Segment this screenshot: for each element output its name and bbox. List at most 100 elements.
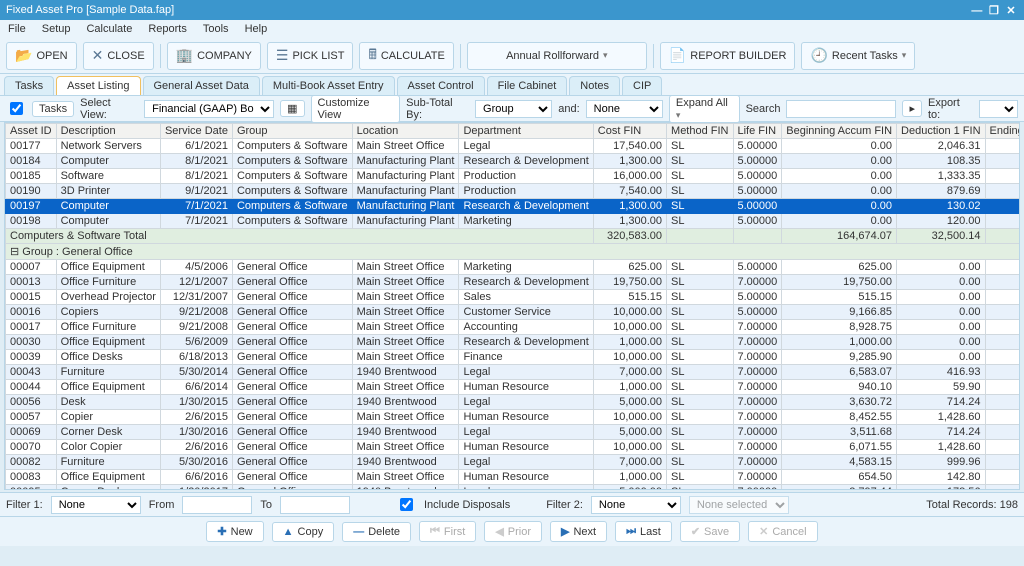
cell[interactable]: 0.00 [897, 290, 985, 305]
cell[interactable]: 5.00000 [733, 139, 782, 154]
cell[interactable]: General Office [232, 275, 352, 290]
cell[interactable]: 00007 [6, 260, 57, 275]
col-header[interactable]: Cost FIN [593, 124, 666, 139]
cell[interactable]: 4/5/2006 [160, 260, 232, 275]
cell[interactable]: 1940 Brentwood [352, 455, 459, 470]
cell[interactable]: 00039 [6, 350, 57, 365]
cell[interactable]: Main Street Office [352, 380, 459, 395]
last-button[interactable]: ⏭Last [615, 521, 672, 542]
cell[interactable]: SL [667, 260, 733, 275]
filter2-dropdown[interactable]: None [591, 496, 681, 514]
maximize-icon[interactable]: ❐ [987, 4, 1001, 17]
cell[interactable]: Main Street Office [352, 320, 459, 335]
cell[interactable]: General Office [232, 290, 352, 305]
cell[interactable]: 320,583.00 [593, 229, 666, 244]
cell[interactable]: General Office [232, 440, 352, 455]
col-header[interactable]: Life FIN [733, 124, 782, 139]
cell[interactable]: 00095 [6, 485, 57, 491]
cell[interactable]: 0.00 [897, 350, 985, 365]
cell[interactable]: 1,000.00 [782, 335, 897, 350]
cell[interactable]: General Office [232, 365, 352, 380]
cell[interactable]: General Office [232, 485, 352, 491]
cell[interactable]: 9/21/2008 [160, 320, 232, 335]
cell[interactable]: 2,046.31 [897, 139, 985, 154]
table-row[interactable]: 00082Furniture5/30/2016General Office194… [6, 455, 1021, 470]
cell[interactable]: 16,000.00 [593, 169, 666, 184]
cell[interactable]: Legal [459, 425, 593, 440]
cell[interactable]: Human Resource [459, 440, 593, 455]
new-button[interactable]: ✚New [206, 521, 263, 542]
cell[interactable]: 1/30/2017 [160, 485, 232, 491]
cell[interactable]: 00069 [6, 425, 57, 440]
cell[interactable]: 130.02 [985, 199, 1020, 214]
table-row[interactable]: 00030Office Equipment5/6/2009General Off… [6, 335, 1021, 350]
cell[interactable]: Main Street Office [352, 350, 459, 365]
cell[interactable]: Computer [56, 199, 160, 214]
cell[interactable]: 7,000.00 [593, 365, 666, 380]
cell[interactable]: Main Street Office [352, 260, 459, 275]
cell[interactable]: Computers & Software [232, 139, 352, 154]
cell[interactable]: SL [667, 395, 733, 410]
cell[interactable]: 7,000.00 [593, 455, 666, 470]
cell[interactable]: 7/1/2021 [160, 214, 232, 229]
cell[interactable]: 7.00000 [733, 380, 782, 395]
cell[interactable]: Production [459, 184, 593, 199]
cell[interactable]: Office Equipment [56, 335, 160, 350]
cell[interactable]: 5.00000 [733, 305, 782, 320]
cell[interactable]: Main Street Office [352, 470, 459, 485]
cell[interactable]: General Office [232, 410, 352, 425]
cell[interactable]: 7.00000 [733, 470, 782, 485]
cell[interactable]: Main Street Office [352, 275, 459, 290]
col-header[interactable]: Beginning Accum FIN [782, 124, 897, 139]
cell[interactable]: 797.30 [985, 470, 1020, 485]
subtotal-and-dropdown[interactable]: None [586, 100, 663, 118]
cell[interactable]: 19,750.00 [782, 275, 897, 290]
prior-button[interactable]: ◀Prior [484, 521, 542, 542]
cell[interactable]: 5.00000 [733, 260, 782, 275]
cell[interactable]: 1/30/2016 [160, 425, 232, 440]
cell[interactable]: 5/6/2009 [160, 335, 232, 350]
cell[interactable]: SL [667, 290, 733, 305]
cell[interactable]: SL [667, 199, 733, 214]
cell[interactable]: 1940 Brentwood [352, 395, 459, 410]
cell[interactable]: Office Desks [56, 350, 160, 365]
group-header-row[interactable]: ⊟ Group : General Office [6, 244, 1021, 260]
cell[interactable]: SL [667, 320, 733, 335]
cell[interactable]: 999.96 [897, 455, 985, 470]
cell[interactable]: 5.00000 [733, 199, 782, 214]
cell[interactable]: SL [667, 139, 733, 154]
next-button[interactable]: ▶Next [550, 521, 607, 542]
first-button[interactable]: ⏮First [419, 521, 476, 542]
col-header[interactable]: Service Date [160, 124, 232, 139]
col-header[interactable]: Ending Accum FIN [985, 124, 1020, 139]
cell[interactable]: 5.00000 [733, 154, 782, 169]
cell[interactable]: Computers & Software [232, 214, 352, 229]
cell[interactable]: 10,000.00 [593, 350, 666, 365]
cell[interactable]: 32,500.14 [897, 229, 985, 244]
cell[interactable] [733, 229, 782, 244]
cell[interactable]: SL [667, 410, 733, 425]
menu-tools[interactable]: Tools [199, 23, 233, 35]
table-row[interactable]: 00185Software8/1/2021Computers & Softwar… [6, 169, 1021, 184]
cell[interactable]: Furniture [56, 365, 160, 380]
cell[interactable]: 108.35 [985, 154, 1020, 169]
cell[interactable]: 10,000.00 [593, 320, 666, 335]
cell[interactable]: 164,674.07 [782, 229, 897, 244]
cell[interactable]: 1,333.35 [985, 169, 1020, 184]
cell[interactable]: 6,583.07 [782, 365, 897, 380]
cell[interactable]: Main Street Office [352, 335, 459, 350]
cell[interactable]: 197,274.21 [985, 229, 1020, 244]
cell[interactable]: 1,000.00 [593, 380, 666, 395]
cell[interactable]: 879.69 [897, 184, 985, 199]
cell[interactable]: 1,428.60 [897, 410, 985, 425]
cell[interactable]: General Office [232, 470, 352, 485]
cell[interactable]: Manufacturing Plant [352, 154, 459, 169]
calculate-button[interactable]: 🖩CALCULATE [359, 42, 453, 70]
cell[interactable]: 0.00 [782, 169, 897, 184]
search-input[interactable] [786, 100, 896, 118]
cell[interactable]: 1940 Brentwood [352, 365, 459, 380]
col-header[interactable]: Description [56, 124, 160, 139]
cell[interactable]: 1,000.00 [593, 470, 666, 485]
cell[interactable]: Human Resource [459, 470, 593, 485]
grid-icon[interactable]: ▦ [280, 100, 304, 117]
